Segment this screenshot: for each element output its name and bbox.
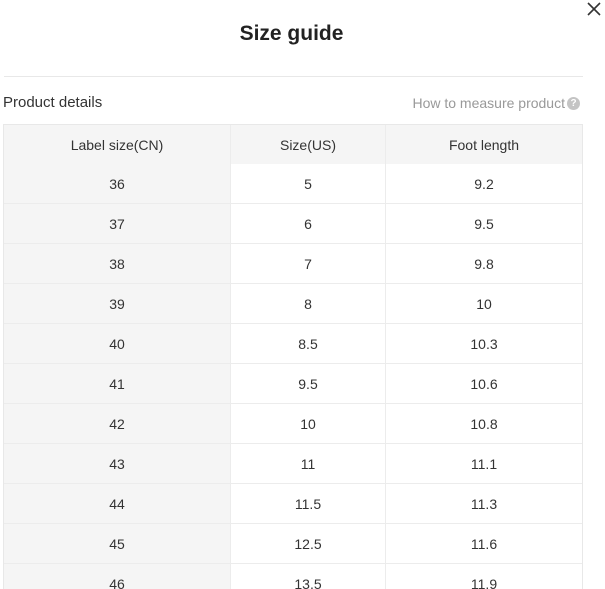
table-cell: 37 xyxy=(4,203,231,244)
how-to-measure-link[interactable]: How to measure product ? xyxy=(412,95,580,111)
table-cell: 5 xyxy=(230,164,386,204)
table-cell: 12.5 xyxy=(230,523,386,564)
table-row: 41 9.5 10.6 xyxy=(4,363,582,404)
table-row: 46 13.5 11.9 xyxy=(4,563,582,589)
how-to-measure-label: How to measure product xyxy=(412,95,565,111)
table-cell: 36 xyxy=(4,164,231,204)
table-cell: 11.6 xyxy=(385,523,582,564)
table-cell: 40 xyxy=(4,323,231,364)
close-icon[interactable] xyxy=(584,0,604,20)
section-label: Product details xyxy=(3,94,103,111)
table-cell: 41 xyxy=(4,363,231,404)
table-cell: 7 xyxy=(230,243,386,284)
table-cell: 9.5 xyxy=(230,363,386,404)
table-cell: 11.5 xyxy=(230,483,386,524)
table-cell: 9.8 xyxy=(385,243,582,284)
table-row: 45 12.5 11.6 xyxy=(4,523,582,564)
table-header-row: Label size(CN) Size(US) Foot length xyxy=(4,125,582,164)
column-header: Size(US) xyxy=(230,125,386,164)
table-cell: 10 xyxy=(230,403,386,444)
table-cell: 10 xyxy=(385,283,582,324)
column-header: Foot length xyxy=(385,125,582,164)
table-cell: 11 xyxy=(230,443,386,484)
table-cell: 11.9 xyxy=(385,563,582,589)
table-cell: 10.3 xyxy=(385,323,582,364)
table-cell: 6 xyxy=(230,203,386,244)
table-row: 43 11 11.1 xyxy=(4,443,582,484)
table-row: 40 8.5 10.3 xyxy=(4,323,582,364)
divider xyxy=(4,76,583,77)
table-row: 36 5 9.2 xyxy=(4,164,582,204)
table-cell: 8 xyxy=(230,283,386,324)
table-cell: 13.5 xyxy=(230,563,386,589)
table-row: 37 6 9.5 xyxy=(4,203,582,244)
table-cell: 10.8 xyxy=(385,403,582,444)
table-cell: 43 xyxy=(4,443,231,484)
dialog-title: Size guide xyxy=(239,22,344,45)
question-circle-icon: ? xyxy=(567,96,580,110)
table-row: 42 10 10.8 xyxy=(4,403,582,444)
table-cell: 11.1 xyxy=(385,443,582,484)
table-row: 38 7 9.8 xyxy=(4,243,582,284)
table-row: 39 8 10 xyxy=(4,283,582,324)
table-cell: 44 xyxy=(4,483,231,524)
table-cell: 39 xyxy=(4,283,231,324)
column-header: Label size(CN) xyxy=(4,125,231,164)
table-cell: 11.3 xyxy=(385,483,582,524)
table-row: 44 11.5 11.3 xyxy=(4,483,582,524)
table-cell: 46 xyxy=(4,563,231,589)
table-cell: 38 xyxy=(4,243,231,284)
size-table: Label size(CN) Size(US) Foot length 36 5 9… xyxy=(3,124,583,589)
table-cell: 10.6 xyxy=(385,363,582,404)
table-cell: 9.5 xyxy=(385,203,582,244)
table-cell: 9.2 xyxy=(385,164,582,204)
table-cell: 45 xyxy=(4,523,231,564)
table-cell: 42 xyxy=(4,403,231,444)
table-cell: 8.5 xyxy=(230,323,386,364)
